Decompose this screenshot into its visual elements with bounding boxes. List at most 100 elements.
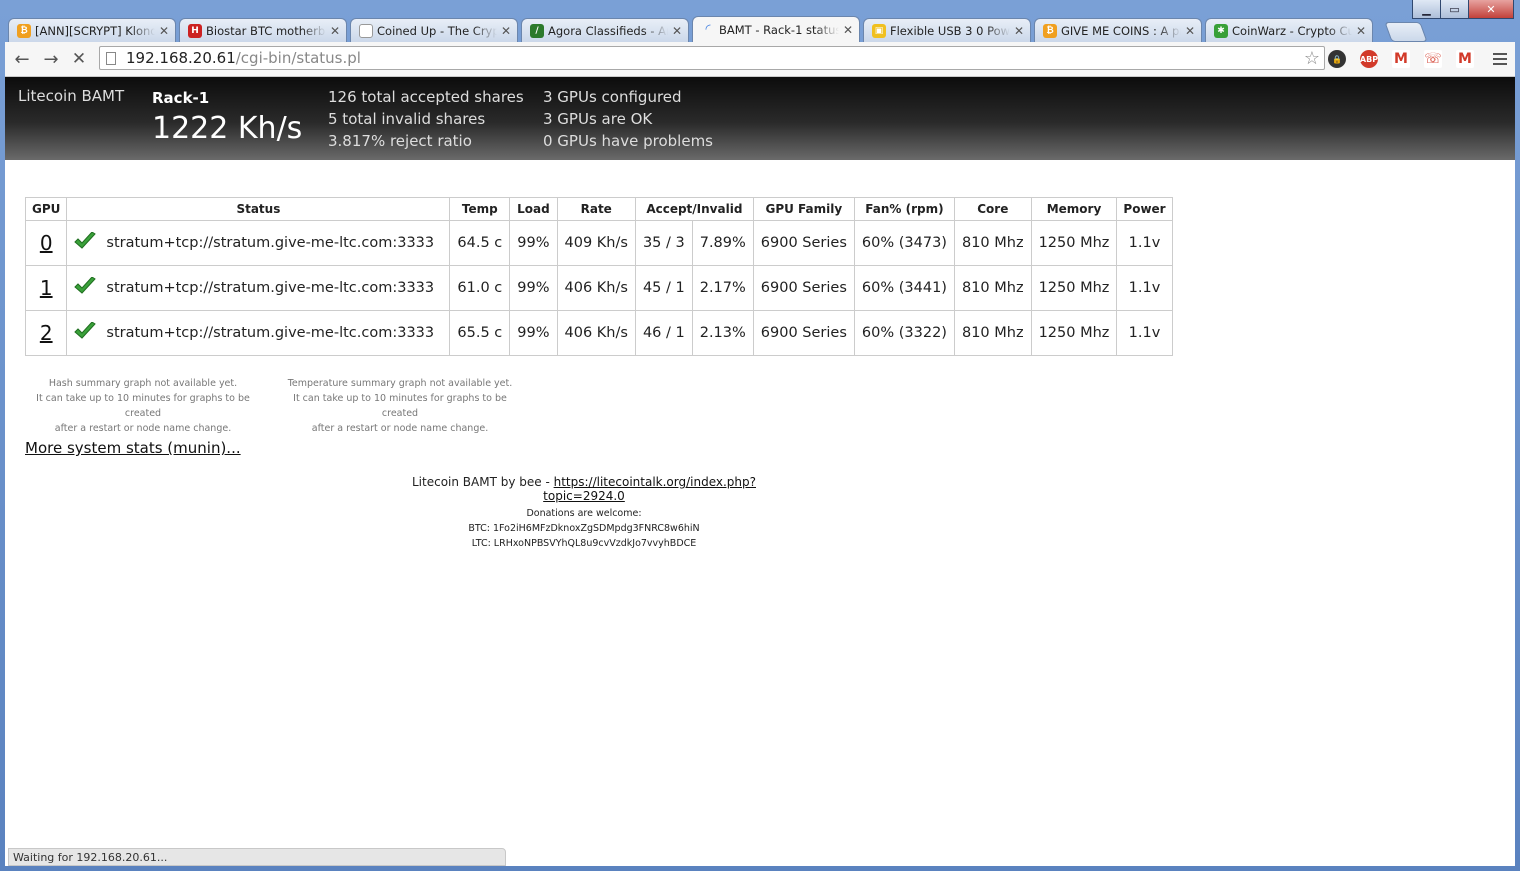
browser-window: ▁ ▭ ✕ ₿[ANN][SCRYPT] Klondike✕HBiostar B…: [0, 0, 1520, 871]
col-accept-invalid: Accept/Invalid: [634, 197, 754, 221]
back-button[interactable]: ←: [11, 48, 33, 70]
address-bar[interactable]: 192.168.20.61 /cgi-bin/status.pl ☆: [99, 46, 1325, 70]
coinwarz-icon: ✱: [1214, 23, 1228, 38]
stop-button[interactable]: ✕: [68, 48, 90, 70]
ars-icon: /: [530, 23, 544, 38]
close-tab-icon[interactable]: ✕: [159, 24, 169, 38]
rate-cell: 406 Kh/s: [556, 265, 636, 311]
ok-check-icon: [74, 321, 97, 344]
fan-cell: 60% (3441): [853, 265, 955, 311]
gpu-link[interactable]: 0: [40, 231, 53, 255]
memory-cell: 1250 Mhz: [1030, 310, 1118, 356]
document-icon: [359, 23, 373, 38]
adblock-icon[interactable]: ABP: [1360, 50, 1378, 68]
col-temp: Temp: [449, 197, 511, 221]
power-cell: 1.1v: [1116, 310, 1173, 356]
table-row: 1 stratum+tcp://stratum.give-me-ltc.com:3…: [24, 265, 1173, 311]
col-gpu: GPU: [24, 197, 68, 221]
gpus-configured: 3 GPUs configured: [543, 88, 682, 106]
core-cell: 810 Mhz: [953, 265, 1032, 311]
browser-tab[interactable]: ◜ BAMT - Rack-1 status ✕: [692, 16, 860, 42]
status-cell: stratum+tcp://stratum.give-me-ltc.com:33…: [66, 220, 451, 266]
power-cell: 1.1v: [1116, 265, 1173, 311]
table-header-row: GPU Status Temp Load Rate Accept/Invalid…: [24, 197, 1173, 221]
browser-tab[interactable]: ▣ Flexible USB 3 0 Powered ✕: [863, 18, 1031, 42]
gpu-status-table: GPU Status Temp Load Rate Accept/Invalid…: [24, 197, 1173, 356]
tab-title: BAMT - Rack-1 status: [719, 22, 839, 37]
close-tab-icon[interactable]: ✕: [501, 24, 511, 38]
phone-icon[interactable]: ☏: [1424, 50, 1442, 68]
stop-x-icon: ✕: [71, 49, 87, 69]
browser-tab[interactable]: ₿ GIVE ME COINS : A profit ✕: [1034, 18, 1202, 42]
ratio-cell: 7.89%: [691, 220, 754, 266]
gpu-link[interactable]: 2: [40, 321, 53, 345]
family-cell: 6900 Series: [752, 220, 855, 266]
fan-cell: 60% (3322): [853, 310, 955, 356]
accept-cell: 35 / 3: [634, 220, 693, 266]
pool-url: stratum+tcp://stratum.give-me-ltc.com:33…: [106, 235, 435, 251]
close-tab-icon[interactable]: ✕: [672, 24, 682, 38]
tab-title: Flexible USB 3 0 Powered: [890, 23, 1010, 38]
close-tab-icon[interactable]: ✕: [330, 24, 340, 38]
browser-tab[interactable]: / Agora Classifieds - Ars T ✕: [521, 18, 689, 42]
btc-address: BTC: 1Fo2iH6MFzDknoxZgSDMpdg3FNRC8w6hiN: [468, 523, 700, 534]
temp-graph-line: after a restart or node name change.: [311, 423, 489, 434]
close-window-button[interactable]: ✕: [1468, 0, 1514, 19]
temp-cell: 65.5 c: [449, 310, 511, 356]
gpus-ok: 3 GPUs are OK: [543, 110, 653, 128]
munin-stats-link[interactable]: More system stats (munin)...: [25, 439, 241, 457]
accept-cell: 46 / 1: [634, 310, 693, 356]
accepted-shares: 126 total accepted shares: [328, 88, 524, 106]
tab-title: Coined Up - The Crypto: [377, 23, 497, 38]
browser-tab[interactable]: Coined Up - The Crypto ✕: [350, 18, 518, 42]
rate-cell: 406 Kh/s: [556, 310, 636, 356]
tab-title: [ANN][SCRYPT] Klondike: [35, 23, 155, 38]
lock-icon[interactable]: 🔒: [1328, 50, 1346, 68]
new-tab-button[interactable]: [1384, 22, 1428, 42]
bookmark-star-icon[interactable]: ☆: [1304, 48, 1320, 69]
node-name: Rack-1: [152, 89, 210, 107]
address-host: 192.168.20.61: [126, 49, 236, 67]
invalid-shares: 5 total invalid shares: [328, 110, 486, 128]
donations-label: Donations are welcome:: [526, 508, 642, 519]
close-tab-icon[interactable]: ✕: [843, 23, 853, 37]
browser-tab[interactable]: H Biostar BTC motherboard ✕: [179, 18, 347, 42]
status-cell: stratum+tcp://stratum.give-me-ltc.com:33…: [66, 265, 451, 311]
tab-title: Agora Classifieds - Ars T: [548, 23, 668, 38]
brand-title: Litecoin BAMT: [18, 87, 125, 105]
browser-tab[interactable]: ✱ CoinWarz - Crypto Curren ✕: [1205, 18, 1373, 42]
temp-graph-placeholder: Temperature summary graph not available …: [280, 376, 520, 436]
gpu-link[interactable]: 1: [40, 276, 53, 300]
gpus-problems: 0 GPUs have problems: [543, 132, 713, 150]
close-tab-icon[interactable]: ✕: [1185, 24, 1195, 38]
browser-tab[interactable]: ₿ [ANN][SCRYPT] Klondike ✕: [8, 18, 176, 42]
table-row: 0 stratum+tcp://stratum.give-me-ltc.com:3…: [24, 220, 1173, 266]
close-tab-icon[interactable]: ✕: [1014, 24, 1024, 38]
gmail-icon[interactable]: M: [1392, 50, 1410, 68]
power-cell: 1.1v: [1116, 220, 1173, 266]
col-core: Core: [953, 197, 1032, 221]
memory-cell: 1250 Mhz: [1030, 265, 1118, 311]
ok-check-icon: [74, 231, 97, 254]
tab-title: CoinWarz - Crypto Curren: [1232, 23, 1352, 38]
gmail-checker-icon[interactable]: M: [1456, 50, 1474, 68]
chrome-menu-icon[interactable]: [1493, 50, 1507, 68]
forward-button[interactable]: →: [40, 48, 62, 70]
coin-icon: ₿: [1043, 23, 1057, 38]
share-stats: 126 total accepted shares 5 total invali…: [328, 86, 524, 152]
status-header: Litecoin BAMT Rack-1 1222 Kh/s 126 total…: [5, 77, 1515, 160]
close-tab-icon[interactable]: ✕: [1356, 24, 1366, 38]
page-content: Litecoin BAMT Rack-1 1222 Kh/s 126 total…: [5, 77, 1515, 866]
tab-title: GIVE ME COINS : A profit: [1061, 23, 1181, 38]
col-rate: Rate: [556, 197, 636, 221]
tab-title: Biostar BTC motherboard: [206, 23, 326, 38]
temp-cell: 61.0 c: [449, 265, 511, 311]
hash-graph-placeholder: Hash summary graph not available yet. It…: [23, 376, 263, 436]
temp-cell: 64.5 c: [449, 220, 511, 266]
toolbar: ← → ✕ 192.168.20.61 /cgi-bin/status.pl ☆…: [5, 42, 1515, 77]
reject-ratio: 3.817% reject ratio: [328, 132, 472, 150]
forum-link[interactable]: https://litecointalk.org/index.php?topic…: [543, 475, 756, 503]
hash-graph-line: Hash summary graph not available yet.: [48, 378, 238, 389]
newegg-icon: ▣: [872, 23, 886, 38]
ltc-address: LTC: LRHxoNPBSVYhQL8u9cvVzdkJo7vvyhBDCE: [471, 538, 697, 549]
